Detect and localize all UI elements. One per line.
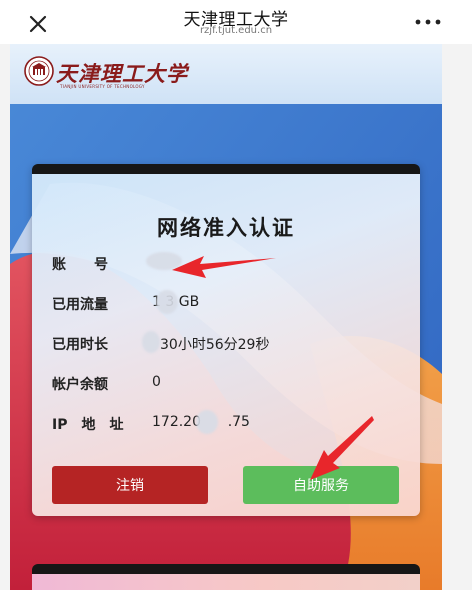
second-card-peek: [32, 564, 420, 590]
traffic-used-label: 已用流量: [52, 297, 108, 313]
more-dots-icon[interactable]: [410, 8, 446, 36]
page-url: rzjf.tjut.edu.cn: [199, 25, 273, 36]
annotation-arrow-self-service: [310, 416, 374, 480]
time-used-value: 30小时56分29秒: [160, 337, 270, 353]
web-content: 天津理工大学 TIANJIN UNIVERSITY OF TECHNOLOGY …: [10, 44, 442, 590]
page-margin-left: [0, 44, 10, 590]
redacted-time: [142, 331, 160, 353]
time-used-label: 已用时长: [52, 337, 108, 353]
university-logo-subtext: TIANJIN UNIVERSITY OF TECHNOLOGY: [60, 84, 145, 89]
ip-address-label: IP 地 址: [52, 417, 124, 433]
balance-label: 帐户余额: [52, 377, 108, 393]
account-label: 账 号: [52, 257, 108, 273]
second-card-body: [32, 574, 420, 590]
balance-value: 0: [152, 374, 161, 390]
second-card-top-bar: [32, 564, 420, 574]
page-margin-right: [442, 44, 472, 590]
card-title: 网络准入认证: [157, 216, 295, 240]
university-seal-icon: [24, 56, 54, 86]
site-header: 天津理工大学 TIANJIN UNIVERSITY OF TECHNOLOGY: [10, 44, 442, 104]
browser-nav-bar: 天津理工大学 rzjf.tjut.edu.cn: [0, 0, 472, 44]
redacted-traffic: [156, 290, 178, 314]
card-top-bar: [32, 164, 420, 174]
annotation-arrow-account: [172, 256, 276, 278]
logout-button[interactable]: 注销: [52, 466, 208, 504]
redacted-ip: [196, 410, 218, 434]
